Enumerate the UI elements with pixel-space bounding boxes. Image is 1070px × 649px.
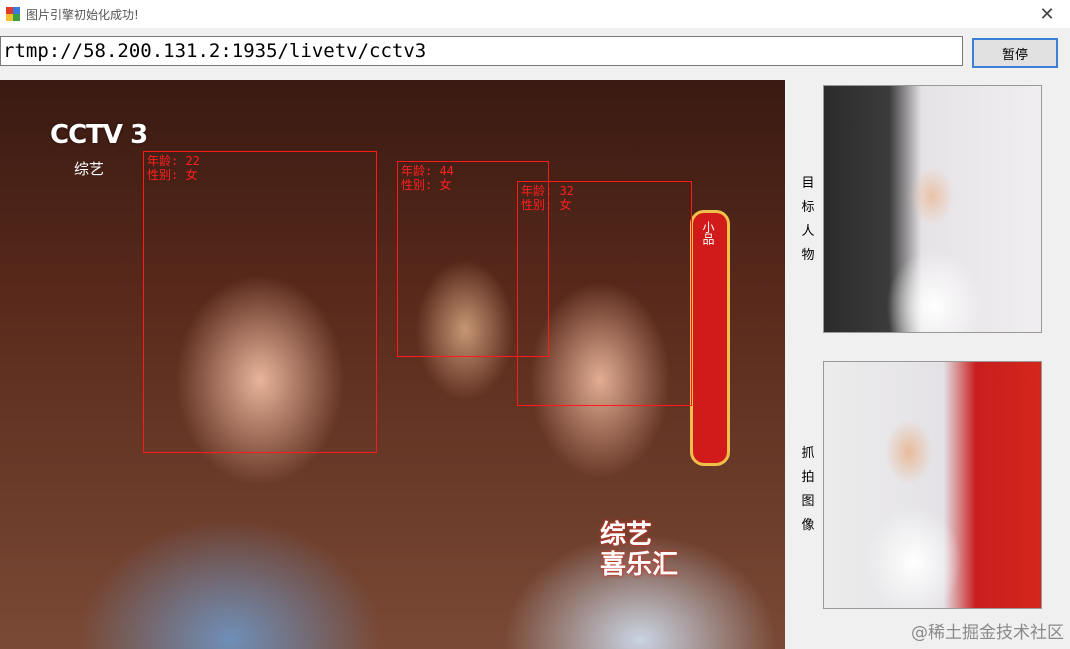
pause-button[interactable]: 暂停 xyxy=(972,38,1058,68)
show-logo: 综艺 喜乐汇 xyxy=(600,520,678,580)
target-person-image xyxy=(823,85,1042,333)
face-label: 年龄: 44 性别: 女 xyxy=(401,164,454,192)
channel-logo: CCTV 3 xyxy=(50,120,148,150)
video-stream: CCTV 3 综艺 小品 综艺 喜乐汇 年龄: 22 性别: 女 年龄: 44 性别… xyxy=(0,80,785,649)
window-title: 图片引擎初始化成功! xyxy=(26,8,139,22)
show-logo-line1: 综艺 xyxy=(600,520,653,550)
target-person-label: 目 标 人 物 xyxy=(801,176,815,263)
face-label: 年龄: 22 性别: 女 xyxy=(147,154,200,182)
face-box: 年龄: 22 性别: 女 xyxy=(143,151,377,453)
app-icon xyxy=(6,7,20,21)
face-gender: 性别: 女 xyxy=(401,178,452,192)
stream-url-input[interactable] xyxy=(0,36,963,66)
face-gender: 性别: 女 xyxy=(521,198,572,212)
captured-image xyxy=(823,361,1042,609)
face-age: 年龄: 22 xyxy=(147,154,200,168)
face-box: 年龄: 32 性别: 女 xyxy=(517,181,692,406)
show-logo-line2: 喜乐汇 xyxy=(600,550,679,580)
program-banner: 小品 xyxy=(690,210,730,466)
face-gender: 性别: 女 xyxy=(147,168,198,182)
face-age: 年龄: 32 xyxy=(521,184,574,198)
face-label: 年龄: 32 性别: 女 xyxy=(521,184,574,212)
face-age: 年龄: 44 xyxy=(401,164,454,178)
watermark: @稀土掘金技术社区 xyxy=(911,623,1064,643)
close-button[interactable]: ✕ xyxy=(1024,0,1070,28)
title-bar: 图片引擎初始化成功! ✕ xyxy=(0,0,1070,28)
captured-image-label: 抓 拍 图 像 xyxy=(801,446,815,533)
channel-logo-subtitle: 综艺 xyxy=(74,160,105,178)
banner-text: 小品 xyxy=(701,221,715,245)
